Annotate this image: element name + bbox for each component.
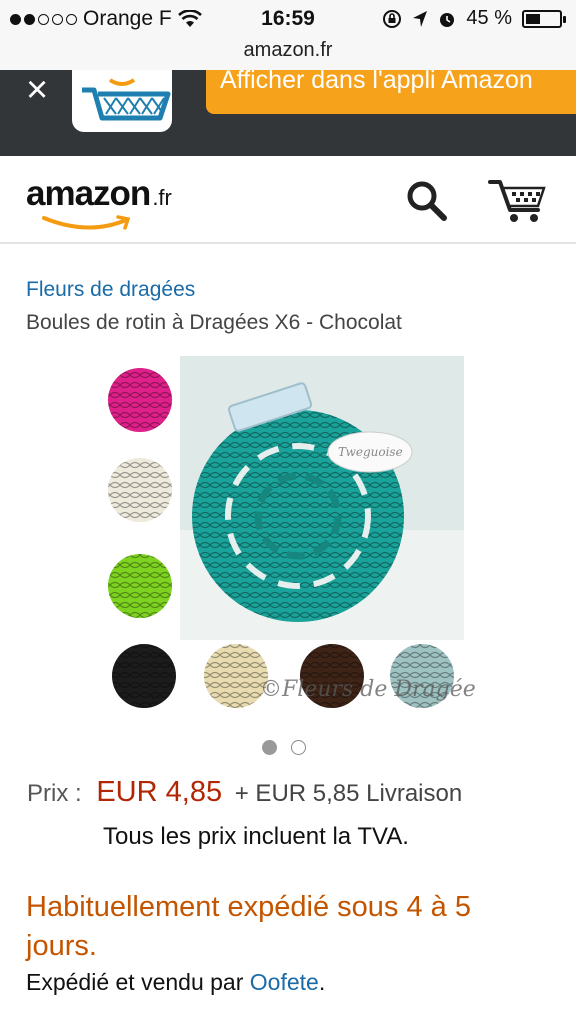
site-header: amazon.fr <box>0 156 576 244</box>
amazon-app-icon[interactable] <box>72 70 172 132</box>
close-banner-button[interactable]: × <box>26 71 48 109</box>
logo-tld: .fr <box>152 185 172 210</box>
status-bar: Orange F 16:59 45 % <box>0 0 576 40</box>
price-row: Prix : EUR 4,85 + EUR 5,85 Livraison <box>27 776 462 809</box>
seller-prefix: Expédié et vendu par <box>26 969 250 995</box>
image-watermark: ©Fleurs de Dragées <box>260 677 476 702</box>
image-tag-text: Tweguoise <box>338 445 403 459</box>
cart-icon[interactable] <box>488 176 548 224</box>
url-text: amazon.fr <box>243 39 333 61</box>
seller-link[interactable]: Oofete <box>250 969 319 995</box>
pager-dot-active[interactable] <box>262 740 277 755</box>
search-icon[interactable] <box>404 178 448 222</box>
app-banner: × Afficher dans l'appli Amazon <box>0 70 576 156</box>
open-in-app-button[interactable]: Afficher dans l'appli Amazon <box>206 70 576 114</box>
url-bar[interactable]: amazon.fr <box>0 40 576 70</box>
alarm-icon <box>440 12 455 27</box>
orientation-lock-icon <box>383 9 402 28</box>
battery-percent: 45 % <box>466 7 512 29</box>
pager-dot[interactable] <box>291 740 306 755</box>
smile-arrow-icon <box>42 215 131 230</box>
image-pager[interactable] <box>262 740 306 755</box>
brand-link[interactable]: Fleurs de dragées <box>26 278 195 302</box>
seller-info: Expédié et vendu par Oofete. <box>26 969 325 996</box>
price-value: EUR 4,85 <box>96 776 223 808</box>
status-icons: 45 % <box>382 7 566 30</box>
price-label: Prix : <box>27 780 82 807</box>
vat-note: Tous les prix incluent la TVA. <box>103 823 409 850</box>
logo-text: amazon <box>26 174 151 213</box>
amazon-logo[interactable]: amazon.fr <box>26 174 172 230</box>
availability-status: Habituellement expédié sous 4 à 5 jours. <box>26 891 471 962</box>
location-arrow-icon <box>413 10 428 27</box>
product-image[interactable]: Tweguoise ©Fleurs de Dragées <box>100 350 487 720</box>
open-in-app-label: Afficher dans l'appli Amazon <box>220 70 533 94</box>
shipping-cost: + EUR 5,85 Livraison <box>234 780 463 807</box>
battery-icon <box>522 9 566 28</box>
product-title: Boules de rotin à Dragées X6 - Chocolat <box>26 311 402 334</box>
seller-suffix: . <box>318 969 326 995</box>
